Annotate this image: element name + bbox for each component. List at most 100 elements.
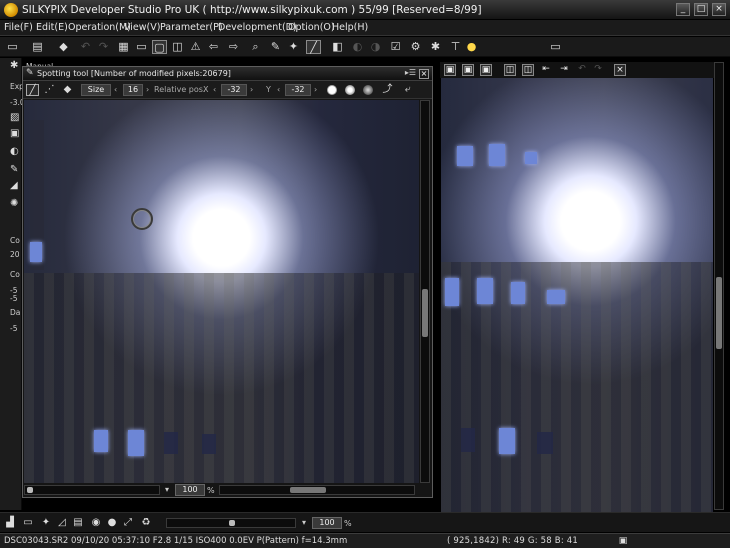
bottom-zoom-slider[interactable] <box>166 518 296 528</box>
dark-value: -5 <box>10 324 18 333</box>
grid-view-icon[interactable]: ▦ <box>116 40 131 54</box>
monitor-icon[interactable]: ▭ <box>548 40 563 54</box>
eraser-tool-icon[interactable]: ◆ <box>61 84 74 96</box>
maximize-button[interactable]: □ <box>694 3 708 16</box>
x-increase-icon[interactable]: › <box>250 85 253 94</box>
spotting-close-button[interactable]: × <box>419 69 429 79</box>
rotate-view-icon[interactable]: ▣ <box>480 64 492 76</box>
sphere-icon[interactable]: ● <box>106 517 118 529</box>
panel-menu-icon[interactable]: ▸☰ <box>405 68 416 77</box>
x-input[interactable]: -32 <box>221 84 247 96</box>
gradient-icon[interactable]: ◢ <box>10 180 22 192</box>
export-right-icon[interactable]: ⇨ <box>226 40 241 54</box>
next-image-icon[interactable]: ⇥ <box>558 64 570 76</box>
undo-view-icon[interactable]: ↶ <box>576 64 588 76</box>
develop-icon[interactable]: ☑ <box>388 40 403 54</box>
coin-icon[interactable]: ● <box>464 40 479 54</box>
folder-icon[interactable]: ▤ <box>30 40 45 54</box>
paste-all-icon[interactable]: ◑ <box>368 40 383 54</box>
dropper-panel-icon[interactable]: ✎ <box>10 164 22 176</box>
spotting-vscroll-thumb[interactable] <box>422 289 428 337</box>
spotting-zoom-input[interactable]: 100 <box>175 484 205 496</box>
effects-icon[interactable]: ✺ <box>10 198 22 210</box>
warning-icon[interactable]: ⚠ <box>188 40 203 54</box>
close-button[interactable]: × <box>712 3 726 16</box>
compare-view-icon[interactable]: ◫ <box>170 40 185 54</box>
curve-icon[interactable]: ◿ <box>56 517 68 529</box>
redo-icon[interactable]: ↷ <box>96 40 111 54</box>
spot-brush-icon[interactable]: ╱ <box>26 84 39 96</box>
y-increase-icon[interactable]: › <box>314 85 317 94</box>
menu-development[interactable]: Development(D) <box>218 22 297 33</box>
menu-parameter[interactable]: Parameter(P) <box>160 22 223 33</box>
menu-view[interactable]: View(V) <box>124 22 160 33</box>
clone-tool-icon[interactable]: ⤶ <box>401 84 414 96</box>
histogram-icon[interactable]: ▟ <box>4 517 16 529</box>
contrast-icon[interactable]: ◐ <box>10 146 22 158</box>
bottom-zoom-input[interactable]: 100 <box>312 517 342 529</box>
paste-icon[interactable]: ◐ <box>350 40 365 54</box>
size-decrease-icon[interactable]: ‹ <box>114 85 117 94</box>
white-balance-icon[interactable]: ▨ <box>10 112 22 124</box>
zoom-view-icon[interactable]: ▣ <box>462 64 474 76</box>
settings-icon[interactable]: ✱ <box>428 40 443 54</box>
soft-brush-icon[interactable] <box>363 85 373 95</box>
hard-brush-icon[interactable] <box>327 85 337 95</box>
single-view-icon[interactable]: ▢ <box>152 40 167 54</box>
hammer-icon[interactable]: ⊤ <box>448 40 463 54</box>
building-facade <box>24 273 419 483</box>
level-icon[interactable]: ▤ <box>72 517 84 529</box>
compare-before-icon[interactable]: ◫ <box>504 64 516 76</box>
recycle-icon[interactable]: ♻ <box>140 517 152 529</box>
spotting-active-icon[interactable]: ╱ <box>306 40 321 54</box>
dropper-icon[interactable]: ✎ <box>268 40 283 54</box>
heal-brush-icon[interactable]: ⋰ <box>43 84 56 96</box>
menu-operation[interactable]: Operation(M) <box>68 22 131 33</box>
copy-icon[interactable]: ◧ <box>330 40 345 54</box>
tone-icon[interactable]: ▣ <box>10 128 22 140</box>
size-input[interactable]: 16 <box>123 84 143 96</box>
comment-icon[interactable]: ▭ <box>22 517 34 529</box>
prev-image-icon[interactable]: ⇤ <box>540 64 552 76</box>
y-decrease-icon[interactable]: ‹ <box>277 85 280 94</box>
gear-icon[interactable]: ✱ <box>10 60 22 72</box>
x-decrease-icon[interactable]: ‹ <box>213 85 216 94</box>
compare-after-icon[interactable]: ◫ <box>522 64 534 76</box>
spotting-image[interactable] <box>24 100 419 483</box>
y-input[interactable]: -32 <box>285 84 311 96</box>
menu-help[interactable]: Help(H) <box>332 22 368 33</box>
color-icon[interactable]: ◉ <box>90 517 102 529</box>
spotting-title-bar[interactable]: ✎ Spotting tool [Number of modified pixe… <box>23 67 432 81</box>
undo-icon[interactable]: ↶ <box>78 40 93 54</box>
open-folder-icon[interactable]: ▭ <box>5 40 20 54</box>
spotting-slider-thumb[interactable] <box>27 487 33 493</box>
eraser-icon[interactable]: ◆ <box>56 40 71 54</box>
filmstrip-icon[interactable]: ▭ <box>134 40 149 54</box>
preview-vscroll[interactable] <box>714 62 724 510</box>
color-picker-icon[interactable]: ✦ <box>286 40 301 54</box>
path-tool-icon[interactable]: ⤴ <box>381 84 394 96</box>
close-view-icon[interactable]: × <box>614 64 626 76</box>
size-increase-icon[interactable]: › <box>146 85 149 94</box>
spotting-slider[interactable] <box>24 485 160 495</box>
bottom-zoom-slider-thumb[interactable] <box>229 520 235 526</box>
spotting-hscroll-thumb[interactable] <box>290 487 326 493</box>
preview-image-right[interactable] <box>441 78 713 512</box>
zoom-dropdown-icon[interactable]: ▾ <box>165 485 169 494</box>
fit-view-icon[interactable]: ▣ <box>444 64 456 76</box>
medium-brush-icon[interactable] <box>345 85 355 95</box>
bottom-zoom-dropdown-icon[interactable]: ▾ <box>302 518 306 527</box>
preview-vscroll-thumb[interactable] <box>716 277 722 349</box>
batch-develop-icon[interactable]: ⚙ <box>408 40 423 54</box>
menu-file[interactable]: File(F) <box>4 22 33 33</box>
menu-option[interactable]: Option(O) <box>288 22 335 33</box>
minimize-button[interactable]: _ <box>676 3 690 16</box>
export-left-icon[interactable]: ⇦ <box>206 40 221 54</box>
redo-view-icon[interactable]: ↷ <box>592 64 604 76</box>
spotting-vscroll[interactable] <box>420 100 430 483</box>
magnifier-icon[interactable]: ⌕ <box>248 40 263 54</box>
expand-icon[interactable]: ⤢ <box>122 517 134 529</box>
spotting-hscroll[interactable] <box>219 485 415 495</box>
menu-edit[interactable]: Edit(E) <box>36 22 68 33</box>
stamp-icon[interactable]: ✦ <box>40 517 52 529</box>
